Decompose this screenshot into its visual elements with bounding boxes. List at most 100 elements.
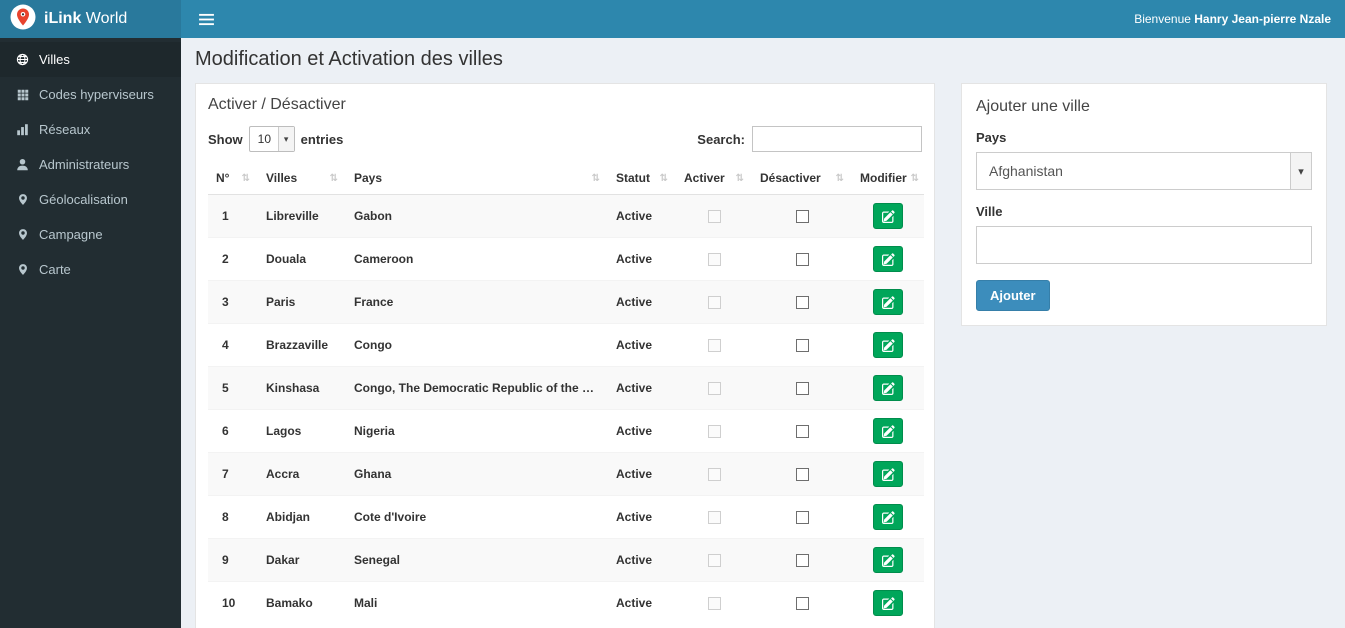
- cities-table: N° ⇅ Villes ⇅ Pays ⇅ Statut ⇅ Activer ⇅ Désactiver…: [208, 162, 924, 624]
- edit-button[interactable]: [873, 461, 903, 487]
- sidebar-item-villes[interactable]: Villes: [0, 42, 181, 77]
- desactiver-checkbox[interactable]: [795, 511, 809, 525]
- edit-button[interactable]: [873, 504, 903, 530]
- desactiver-checkbox[interactable]: [795, 554, 809, 568]
- globe-icon: [15, 53, 30, 66]
- sidebar-item-label: Réseaux: [39, 122, 91, 137]
- cell-num: 3: [208, 280, 258, 324]
- user-menu[interactable]: Bienvenue Hanry Jean-pierre Nzale: [1134, 12, 1331, 26]
- desactiver-checkbox[interactable]: [795, 382, 809, 396]
- column-header[interactable]: N° ⇅: [208, 162, 258, 195]
- activer-checkbox: [707, 468, 721, 482]
- edit-icon: [881, 596, 895, 610]
- pays-select[interactable]: Afghanistan: [976, 152, 1312, 190]
- cell-modifier: [852, 452, 924, 496]
- sidebar-item-codes-hyperviseurs[interactable]: Codes hyperviseurs: [0, 77, 181, 112]
- search-label: Search:: [697, 131, 745, 147]
- cell-statut: Active: [608, 194, 676, 238]
- desactiver-checkbox[interactable]: [795, 210, 809, 224]
- cell-statut: Active: [608, 581, 676, 624]
- activer-checkbox: [707, 253, 721, 267]
- cell-desactiver: [752, 409, 852, 453]
- sidebar-item-reseaux[interactable]: Réseaux: [0, 112, 181, 147]
- map-marker-icon: [15, 228, 30, 241]
- column-label: N°: [216, 171, 230, 185]
- cell-num: 10: [208, 581, 258, 624]
- cell-num: 5: [208, 366, 258, 410]
- welcome-username: Hanry Jean-pierre Nzale: [1194, 12, 1331, 26]
- grid-icon: [15, 89, 30, 101]
- page-length-select[interactable]: 10: [248, 126, 295, 152]
- edit-button[interactable]: [873, 590, 903, 616]
- column-label: Activer: [684, 171, 725, 185]
- cell-pays: Nigeria: [346, 409, 608, 453]
- edit-button[interactable]: [873, 332, 903, 358]
- app-logo-icon: [10, 4, 36, 35]
- ville-input[interactable]: [976, 226, 1312, 264]
- table-row: 2 Douala Cameroon Active: [208, 237, 924, 281]
- cell-pays: Mali: [346, 581, 608, 624]
- activer-checkbox: [707, 339, 721, 353]
- hamburger-icon: [199, 13, 214, 25]
- cell-activer: [676, 495, 752, 539]
- table-controls: Show 10 ▾ entries Search:: [208, 126, 922, 152]
- sort-icon: ⇅: [910, 172, 920, 184]
- desactiver-checkbox[interactable]: [795, 253, 809, 267]
- cell-ville: Abidjan: [258, 495, 346, 539]
- body-row: Villes Codes hyperviseurs Réseaux Administr…: [0, 38, 1345, 628]
- desactiver-checkbox[interactable]: [795, 597, 809, 611]
- column-header[interactable]: Activer ⇅: [676, 162, 752, 195]
- column-header[interactable]: Pays ⇅: [346, 162, 608, 195]
- cell-pays: Cote d'Ivoire: [346, 495, 608, 539]
- edit-icon: [881, 467, 895, 481]
- table-row: 8 Abidjan Cote d'Ivoire Active: [208, 495, 924, 539]
- cell-desactiver: [752, 452, 852, 496]
- cell-statut: Active: [608, 409, 676, 453]
- column-header[interactable]: Villes ⇅: [258, 162, 346, 195]
- cell-statut: Active: [608, 366, 676, 410]
- edit-button[interactable]: [873, 289, 903, 315]
- cell-num: 9: [208, 538, 258, 582]
- cell-activer: [676, 452, 752, 496]
- edit-button[interactable]: [873, 547, 903, 573]
- edit-button[interactable]: [873, 246, 903, 272]
- sidebar-item-campagne[interactable]: Campagne: [0, 217, 181, 252]
- desactiver-checkbox[interactable]: [795, 468, 809, 482]
- column-header[interactable]: Statut ⇅: [608, 162, 676, 195]
- column-header[interactable]: Désactiver ⇅: [752, 162, 852, 195]
- content-row: Activer / Désactiver Show 10 ▾ entries S…: [195, 83, 1331, 628]
- sort-icon: ⇅: [329, 172, 338, 184]
- sort-icon: ⇅: [241, 172, 250, 184]
- edit-button[interactable]: [873, 203, 903, 229]
- cell-ville: Accra: [258, 452, 346, 496]
- cell-num: 6: [208, 409, 258, 453]
- cell-num: 1: [208, 194, 258, 238]
- sidebar-item-administrateurs[interactable]: Administrateurs: [0, 147, 181, 182]
- cell-activer: [676, 409, 752, 453]
- sidebar-item-geolocalisation[interactable]: Géolocalisation: [0, 182, 181, 217]
- brand-title-bold: iLink: [44, 10, 82, 27]
- brand-title-rest: World: [85, 10, 128, 27]
- edit-button[interactable]: [873, 375, 903, 401]
- cell-desactiver: [752, 280, 852, 324]
- edit-button[interactable]: [873, 418, 903, 444]
- sidebar-item-label: Villes: [39, 52, 70, 67]
- column-header[interactable]: Modifier ⇅: [852, 162, 924, 195]
- ajouter-button[interactable]: Ajouter: [976, 280, 1050, 311]
- entries-label: entries: [300, 131, 344, 147]
- brand[interactable]: iLink World: [0, 0, 181, 38]
- edit-icon: [881, 295, 895, 309]
- cell-activer: [676, 581, 752, 624]
- desactiver-checkbox[interactable]: [795, 296, 809, 310]
- cell-statut: Active: [608, 323, 676, 367]
- hamburger-menu-button[interactable]: [195, 9, 218, 30]
- cell-desactiver: [752, 237, 852, 281]
- desactiver-checkbox[interactable]: [795, 339, 809, 353]
- sidebar-item-carte[interactable]: Carte: [0, 252, 181, 287]
- cell-pays: Gabon: [346, 194, 608, 238]
- cell-modifier: [852, 366, 924, 410]
- desactiver-checkbox[interactable]: [795, 425, 809, 439]
- search-input[interactable]: [752, 126, 922, 152]
- sidebar-item-label: Carte: [39, 262, 71, 277]
- edit-icon: [881, 510, 895, 524]
